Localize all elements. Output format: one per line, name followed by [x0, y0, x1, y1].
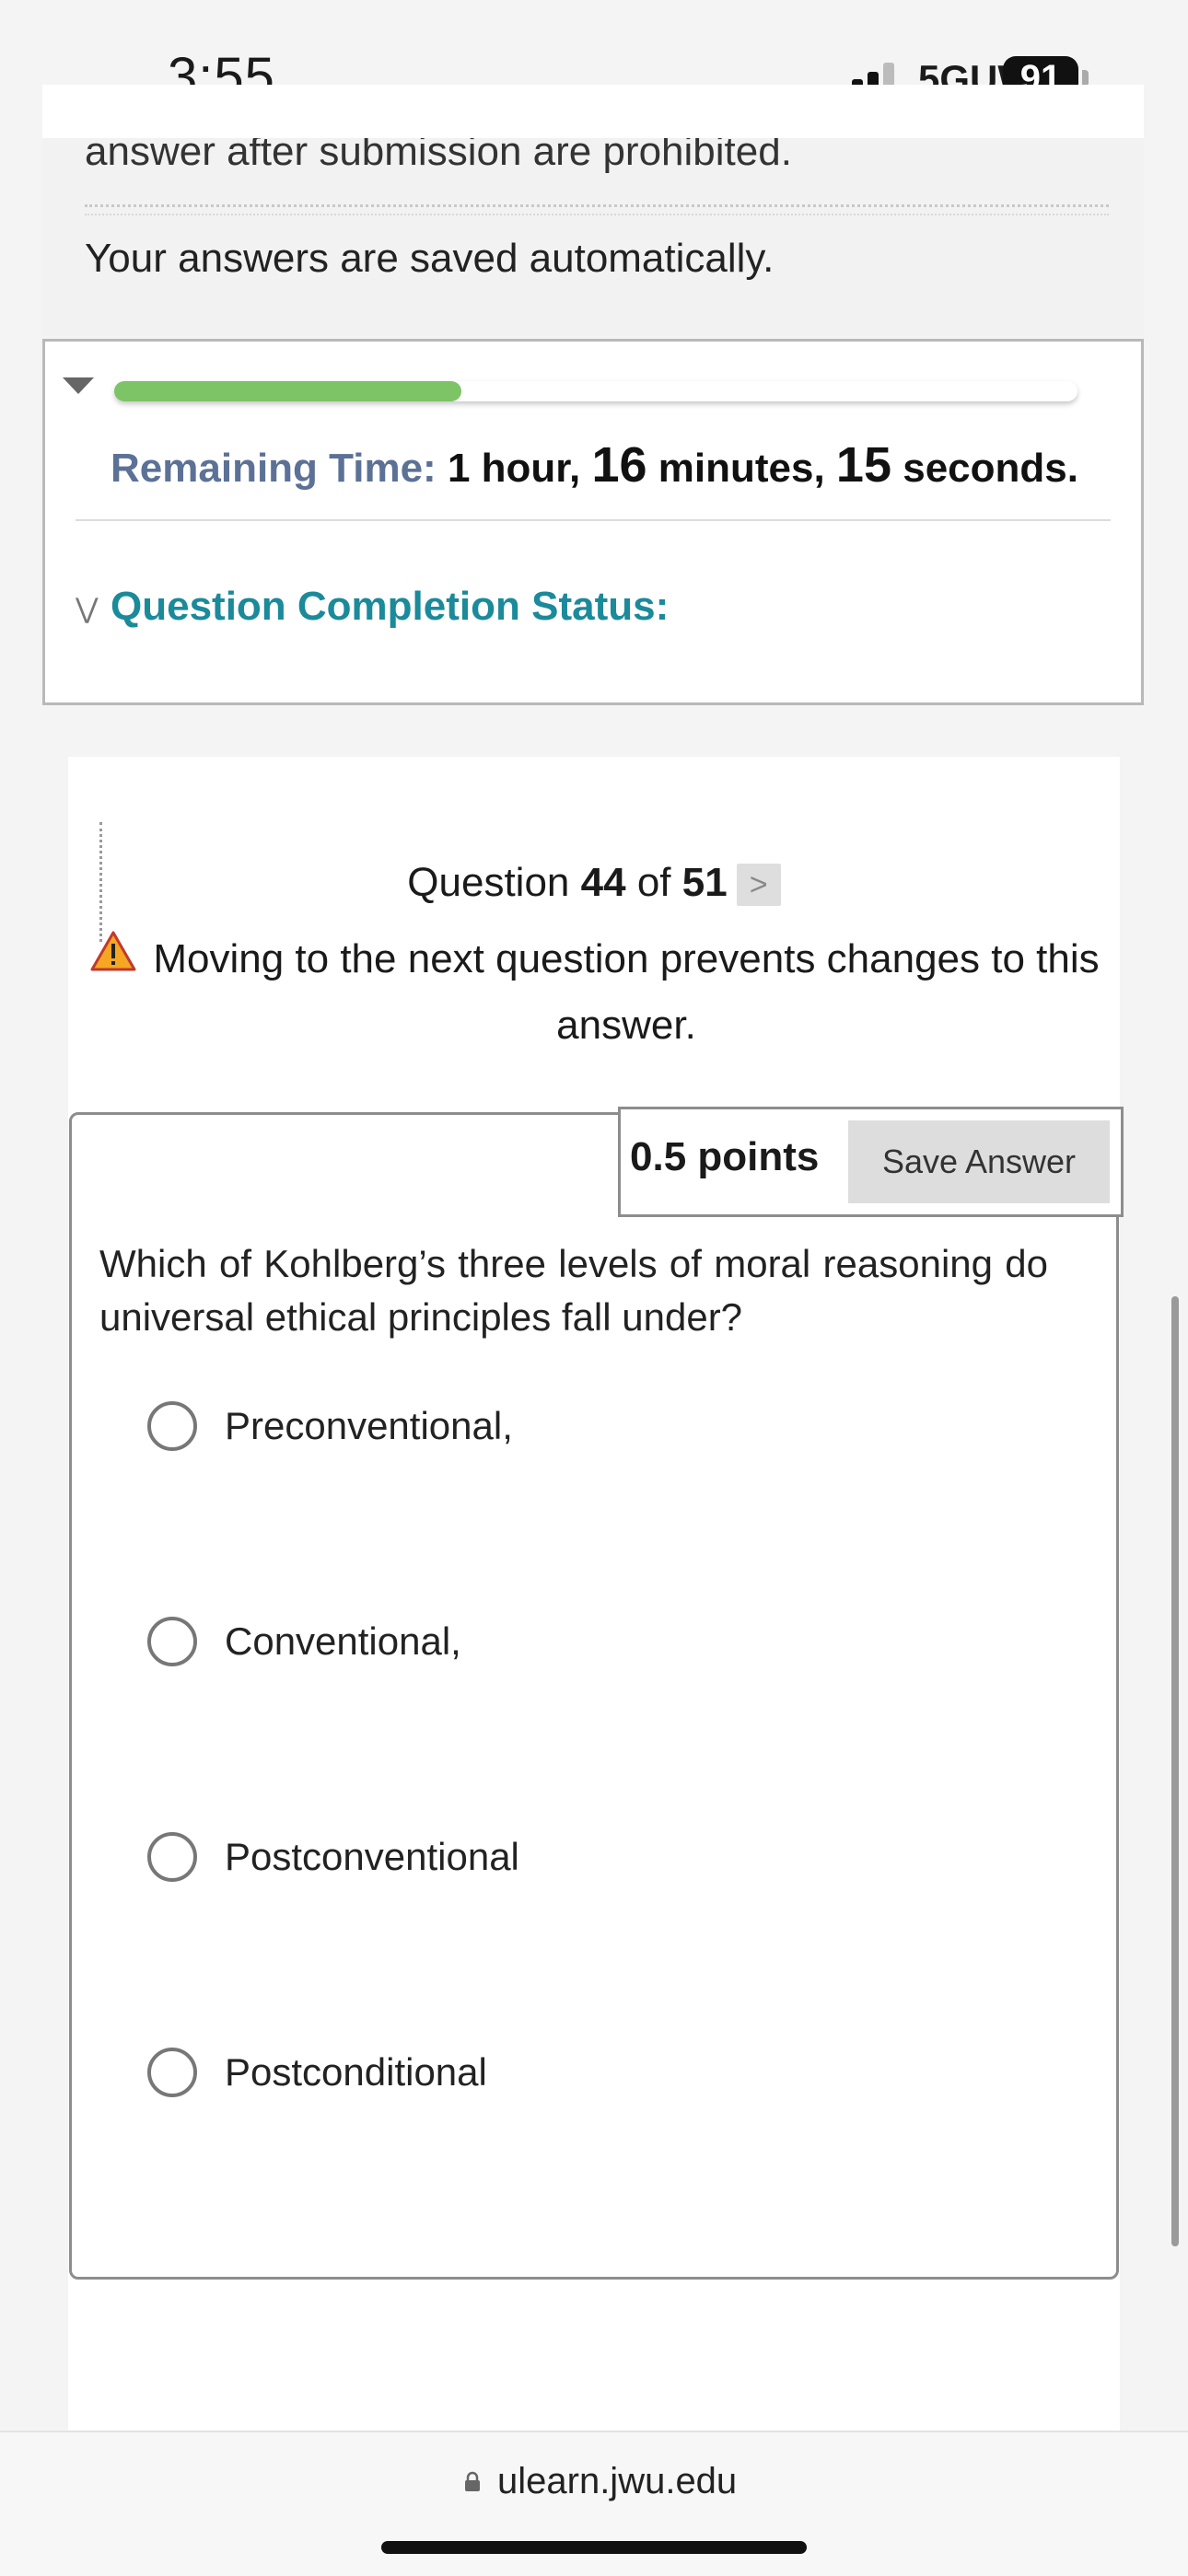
navigation-warning: Moving to the next question prevents cha…: [153, 936, 1100, 1048]
question-number: Question 44 of 51 >: [0, 860, 1188, 907]
remaining-time-label: Remaining Time:: [111, 446, 437, 491]
chevron-double-down-icon[interactable]: ⋁: [76, 593, 99, 625]
lock-icon: [465, 2471, 480, 2491]
answer-option[interactable]: Preconventional,: [147, 1397, 513, 1456]
browser-address-bar[interactable]: [0, 2431, 1188, 2576]
remaining-hours-value: 1: [447, 446, 471, 491]
radio-button[interactable]: [147, 1617, 197, 1666]
answer-option-label[interactable]: Postconventional: [225, 1835, 519, 1879]
divider: [76, 519, 1111, 521]
divider: [85, 204, 1109, 207]
autosave-note: Your answers are saved automatically.: [85, 236, 775, 281]
time-progress-fill: [114, 381, 461, 401]
scrollbar[interactable]: [1171, 1296, 1179, 2246]
question-prefix: Question: [407, 860, 570, 905]
remaining-time: Remaining Time: 1 hour, 16 minutes, 15 s…: [111, 436, 1078, 493]
divider: [85, 214, 1109, 215]
question-completion-status-toggle[interactable]: Question Completion Status:: [111, 584, 669, 630]
radio-button[interactable]: [147, 1832, 197, 1882]
answer-option-label[interactable]: Conventional,: [225, 1619, 461, 1664]
home-indicator[interactable]: [381, 2541, 807, 2554]
radio-button[interactable]: [147, 1401, 197, 1451]
question-current: 44: [580, 860, 626, 905]
question-of: of: [636, 860, 671, 905]
answer-option[interactable]: Postconventional: [147, 1828, 519, 1886]
remaining-hours-unit: hour,: [481, 446, 581, 491]
radio-button[interactable]: [147, 2048, 197, 2097]
answer-option[interactable]: Postconditional: [147, 2043, 487, 2102]
next-question-button[interactable]: >: [736, 864, 781, 907]
answer-option-label[interactable]: Postconditional: [225, 2050, 487, 2094]
question-text: Which of Kohlberg’s three levels of mora…: [99, 1242, 1048, 1339]
status-bar-bg: [42, 85, 1144, 138]
collapse-triangle-icon[interactable]: [63, 377, 94, 394]
warning-icon: [90, 931, 136, 971]
question-total: 51: [681, 860, 728, 905]
answer-option[interactable]: Conventional,: [147, 1612, 461, 1671]
remaining-minutes-unit: minutes,: [658, 446, 825, 491]
remaining-seconds-unit: seconds.: [903, 446, 1078, 491]
question-points: 0.5 points: [630, 1134, 820, 1179]
time-progress-bar: [114, 381, 1077, 401]
save-answer-button[interactable]: Save Answer: [848, 1120, 1110, 1203]
remaining-minutes-value: 16: [591, 437, 647, 493]
remaining-seconds-value: 15: [835, 437, 891, 493]
answer-option-label[interactable]: Preconventional,: [225, 1404, 513, 1448]
url-text[interactable]: ulearn.jwu.edu: [497, 2461, 737, 2502]
